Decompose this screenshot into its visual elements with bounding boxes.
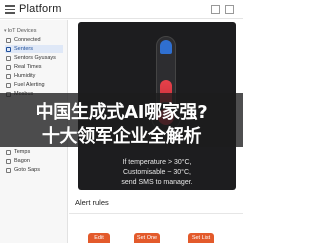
sidebar-item-label: Humidity <box>14 73 36 79</box>
rule-text: send SMS to manager. <box>121 179 193 186</box>
app-title: Platform <box>19 3 62 15</box>
set-list-button[interactable]: Set List <box>188 233 214 243</box>
sidebar-item-label: Temps <box>14 149 31 155</box>
sidebar-item-temps[interactable]: Temps <box>5 148 63 156</box>
sidebar-item-fuel-alerting[interactable]: Fuel Alerting <box>5 81 63 89</box>
device-icon <box>6 37 11 43</box>
sidebar-item-connected[interactable]: Connected <box>5 36 63 44</box>
sidebar-item-bagon[interactable]: Bagon <box>5 157 63 165</box>
window-icon[interactable] <box>211 5 220 14</box>
sidebar-item-label: Fuel Alerting <box>14 82 45 88</box>
divider <box>69 213 243 214</box>
headline-line-1: 中国生成式AI哪家强? <box>35 102 208 123</box>
sidebar-item-label: Sentors Gyusays <box>14 55 56 61</box>
headline-line-2: 十大领军企业全解析 <box>41 126 202 147</box>
device-icon <box>6 158 11 164</box>
rule-text: Customisable ~ 30°C, <box>123 169 191 176</box>
sidebar-item-label: Connected <box>14 37 41 43</box>
device-icon <box>6 64 11 70</box>
menu-icon[interactable] <box>5 5 15 14</box>
set-one-button[interactable]: Set One <box>134 233 160 243</box>
chevron-down-icon: ▾ <box>4 28 7 34</box>
device-icon <box>6 46 11 52</box>
device-icon <box>6 82 11 88</box>
device-icon <box>6 73 11 79</box>
thermometer-cap <box>160 40 172 54</box>
sidebar-item-label: Senters <box>14 46 33 52</box>
sidebar-section-label: IoT Devices <box>7 28 37 34</box>
sidebar-item-humidity[interactable]: Humidity <box>5 72 63 80</box>
rule-text: If temperature > 30°C, <box>122 159 192 166</box>
sidebar-item-real-times[interactable]: Real Times <box>5 63 63 71</box>
sidebar-item-goto-saps[interactable]: Goto Saps <box>5 166 63 174</box>
sidebar-item-label: Real Times <box>14 64 42 70</box>
sidebar-item-gateways[interactable]: Sentors Gyusays <box>5 54 63 62</box>
headline-overlay: 中国生成式AI哪家强? 十大领军企业全解析 <box>0 93 243 147</box>
device-icon <box>6 167 11 173</box>
alert-rules-title: Alert rules <box>75 198 109 207</box>
top-bar: Platform <box>0 0 243 19</box>
sidebar-item-senters[interactable]: Senters <box>5 45 63 53</box>
device-icon <box>6 55 11 61</box>
device-icon <box>6 149 11 155</box>
window-icon[interactable] <box>225 5 234 14</box>
sidebar-section[interactable]: ▾IoT Devices <box>4 28 36 34</box>
sidebar-item-label: Bagon <box>14 158 30 164</box>
sidebar-item-label: Goto Saps <box>14 167 40 173</box>
edit-button[interactable]: Edit <box>88 233 110 243</box>
